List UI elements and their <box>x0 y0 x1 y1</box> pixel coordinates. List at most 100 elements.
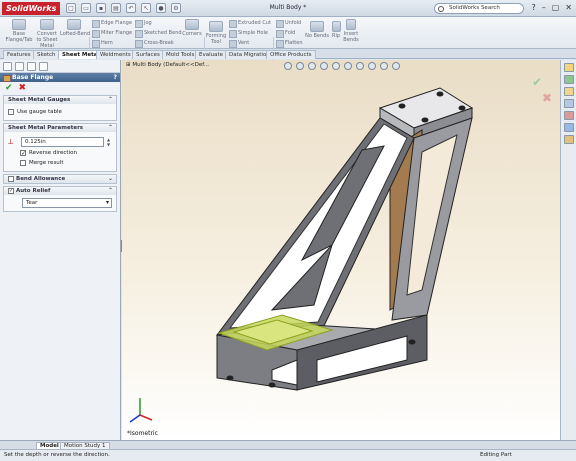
confirm-ok-icon[interactable]: ✔ <box>532 75 542 89</box>
confirm-cancel-icon[interactable]: ✖ <box>542 91 552 105</box>
no-bends-icon <box>310 21 324 32</box>
search-results-icon[interactable] <box>563 99 574 108</box>
window-controls: ? – ▢ ✕ <box>531 3 572 12</box>
title-bar: SolidWorks □ ▭ ▪ ▤ ↶ ↖ ● ⚙ Multi Body * … <box>0 0 576 17</box>
spin-arrows-icon[interactable]: ▲ ▼ <box>107 137 112 147</box>
maximize-button[interactable]: ▢ <box>552 3 560 12</box>
help-icon[interactable]: ? <box>114 73 117 82</box>
forming-tool-button[interactable]: Forming Tool <box>205 21 227 45</box>
rip-icon <box>331 21 341 32</box>
search-placeholder: SolidWorks Search <box>449 5 500 11</box>
vent-button[interactable]: Vent <box>229 40 249 48</box>
thickness-icon: ⟂ <box>8 136 14 146</box>
cancel-button[interactable]: ✖ <box>19 83 27 93</box>
checkbox-checked[interactable]: ✓ <box>8 187 14 194</box>
cross-break-button[interactable]: Cross-Break <box>135 40 174 48</box>
use-gauge-table-checkbox[interactable]: Use gauge table <box>8 107 112 117</box>
command-manager-ribbon: Base Flange/Tab Convert to Sheet Metal L… <box>0 17 576 63</box>
model-graphics: ✔ ✖ <box>129 75 552 423</box>
thickness-field: ⟂ 0.125in ▲ ▼ <box>8 135 112 148</box>
checkbox[interactable] <box>8 109 14 115</box>
minimize-button[interactable]: – <box>542 3 546 12</box>
checkbox-checked[interactable]: ✓ <box>20 150 26 157</box>
base-flange-tab-button[interactable]: Base Flange/Tab <box>4 19 34 43</box>
reverse-direction-checkbox[interactable]: ✓ Reverse direction <box>8 148 112 158</box>
tab-evaluate[interactable]: Evaluate <box>195 50 228 59</box>
file-explorer-icon[interactable] <box>563 87 574 96</box>
unfold-button[interactable]: Unfold <box>276 20 301 28</box>
fold-button[interactable]: Fold <box>276 30 295 38</box>
convert-sheet-metal-icon <box>40 19 54 30</box>
panel-toolbar <box>0 60 120 73</box>
edge-flange-button[interactable]: Edge Flange <box>92 20 132 28</box>
panel-title: Base Flange ? <box>0 73 120 82</box>
configuration-icon[interactable] <box>27 62 36 71</box>
design-library-icon[interactable] <box>563 75 574 84</box>
bend-allowance-group: Bend Allowance ⌄ <box>3 174 117 184</box>
status-bar: Set the depth or reverse the direction. … <box>0 449 576 461</box>
graphics-viewport[interactable]: ⊞ Multi Body (Default<<Def... ✔ ✖ *Isome… <box>122 60 560 440</box>
close-button[interactable]: ✕ <box>565 3 572 12</box>
axis-triad-icon <box>129 398 153 423</box>
task-pane <box>560 60 576 440</box>
tab-mold-tools[interactable]: Mold Tools <box>162 50 199 59</box>
convert-to-sheet-metal-button[interactable]: Convert to Sheet Metal <box>34 19 60 49</box>
forming-tool-icon <box>209 21 223 32</box>
appearances-icon[interactable] <box>563 123 574 132</box>
tab-features[interactable]: Features <box>3 50 35 59</box>
no-bends-button[interactable]: No Bends <box>305 21 329 39</box>
corners-button[interactable]: Corners <box>180 19 204 37</box>
flatten-button[interactable]: Flatten <box>276 40 303 48</box>
search-input[interactable]: SolidWorks Search <box>434 3 524 14</box>
group-header[interactable]: Sheet Metal Parameters ⌃ <box>4 124 116 132</box>
search-icon <box>438 6 444 12</box>
sheet-metal-part[interactable] <box>215 87 474 391</box>
tab-office-products[interactable]: Office Products <box>266 50 316 59</box>
insert-bends-icon <box>346 19 356 30</box>
group-header[interactable]: Bend Allowance ⌄ <box>4 175 116 183</box>
hem-button[interactable]: Hem <box>92 40 113 48</box>
rip-button[interactable]: Rip <box>330 21 342 39</box>
tab-sketch[interactable]: Sketch <box>33 50 60 59</box>
tab-surfaces[interactable]: Surfaces <box>132 50 164 59</box>
sheet-metal-parameters-group: Sheet Metal Parameters ⌃ ⟂ 0.125in ▲ ▼ ✓ Re… <box>3 123 117 172</box>
lofted-bend-button[interactable]: Lofted-Bend <box>60 19 90 37</box>
collapse-icon[interactable]: ⌃ <box>108 96 113 104</box>
insert-bends-button[interactable]: Insert Bends <box>343 19 359 43</box>
relief-type-select[interactable]: Tear <box>22 198 112 208</box>
lofted-bend-icon <box>67 19 81 30</box>
sheet-metal-gauges-group: Sheet Metal Gauges ⌃ Use gauge table <box>3 95 117 121</box>
ok-cancel-row: ✔ ✖ <box>0 82 120 93</box>
checkbox[interactable] <box>8 175 14 182</box>
status-mode: Editing Part <box>480 452 512 458</box>
display-manager-icon[interactable] <box>39 62 48 71</box>
collapse-icon[interactable]: ⌃ <box>108 187 113 195</box>
view-palette-icon[interactable] <box>563 111 574 120</box>
property-manager-icon[interactable] <box>15 62 24 71</box>
ok-button[interactable]: ✔ <box>5 83 13 93</box>
view-orientation-label: *Isometric <box>127 430 158 437</box>
group-header[interactable]: ✓ Auto Relief ⌃ <box>4 187 116 195</box>
simple-hole-button[interactable]: Simple Hole <box>229 30 268 38</box>
property-manager-panel: Base Flange ? ✔ ✖ Sheet Metal Gauges ⌃ Us… <box>0 60 121 440</box>
bottom-tab-bar: Model Motion Study 1 <box>0 440 576 450</box>
group-header[interactable]: Sheet Metal Gauges ⌃ <box>4 96 116 104</box>
merge-result-checkbox[interactable]: Merge result <box>8 158 112 168</box>
checkbox[interactable] <box>20 160 26 166</box>
base-flange-icon <box>12 19 26 30</box>
status-message: Set the depth or reverse the direction. <box>4 452 110 458</box>
jog-button[interactable]: Jog <box>135 20 152 28</box>
custom-properties-icon[interactable] <box>563 135 574 144</box>
sketched-bend-button[interactable]: Sketched Bend <box>135 30 182 38</box>
miter-flange-button[interactable]: Miter Flange <box>92 30 132 38</box>
help-icon[interactable]: ? <box>531 3 535 12</box>
extruded-cut-button[interactable]: Extruded Cut <box>229 20 271 28</box>
resources-icon[interactable] <box>563 63 574 72</box>
expand-icon[interactable]: ⌄ <box>108 175 113 183</box>
feature-tree-icon[interactable] <box>3 62 12 71</box>
collapse-icon[interactable]: ⌃ <box>108 124 113 132</box>
auto-relief-group: ✓ Auto Relief ⌃ Tear <box>3 186 117 212</box>
corners-icon <box>185 19 199 30</box>
tab-weldments[interactable]: Weldments <box>96 50 135 59</box>
thickness-input[interactable]: 0.125in <box>21 136 104 147</box>
